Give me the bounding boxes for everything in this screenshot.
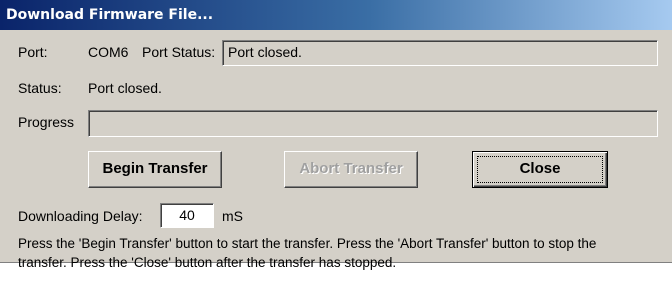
port-status-label: Port Status: bbox=[142, 44, 216, 60]
dialog-title: Download Firmware File... bbox=[0, 0, 672, 30]
port-label: Port: bbox=[18, 44, 48, 60]
begin-transfer-button[interactable]: Begin Transfer bbox=[88, 151, 222, 188]
delay-label: Downloading Delay: bbox=[18, 208, 143, 224]
progress-bar bbox=[88, 110, 658, 137]
delay-unit: mS bbox=[222, 208, 243, 224]
abort-transfer-button[interactable]: Abort Transfer bbox=[284, 151, 418, 188]
port-value: COM6 bbox=[88, 44, 129, 60]
instructions-line-2: transfer. Press the 'Close' button after… bbox=[18, 255, 397, 270]
focus-rectangle bbox=[477, 156, 603, 183]
progress-label: Progress bbox=[18, 114, 75, 130]
download-firmware-dialog: Download Firmware File... Port: COM6 Por… bbox=[0, 0, 672, 270]
port-status-field: Port closed. bbox=[222, 40, 658, 66]
instructions-line-1: Press the 'Begin Transfer' button to sta… bbox=[18, 236, 597, 251]
delay-input[interactable]: 40 bbox=[160, 203, 214, 228]
close-button[interactable]: Close bbox=[472, 151, 608, 188]
status-value: Port closed. bbox=[88, 80, 162, 96]
instructions-text: Press the 'Begin Transfer' button to sta… bbox=[18, 234, 658, 272]
status-label: Status: bbox=[18, 80, 62, 96]
